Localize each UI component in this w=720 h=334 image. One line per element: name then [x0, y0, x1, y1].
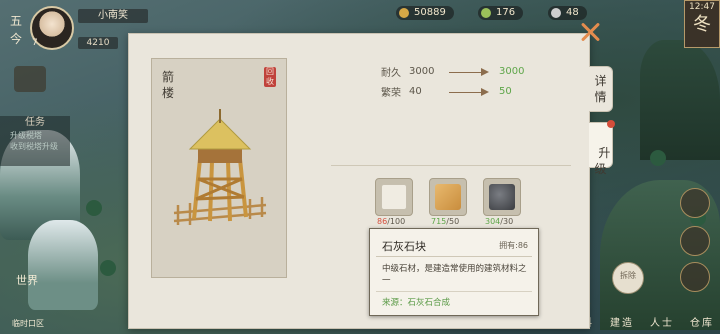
material-have: 715	[431, 217, 447, 226]
recycle-seal[interactable]: 回收	[264, 67, 276, 87]
people-icon[interactable]	[680, 262, 710, 292]
stat-next: 50	[499, 86, 512, 97]
stat-next: 3000	[499, 66, 525, 77]
stat-row-durability: 耐久 3000 3000	[381, 64, 524, 79]
stone-icon	[551, 8, 561, 18]
tooltip-description: 中级石材，是建造常使用的建筑材料之一	[382, 264, 527, 286]
dismantle-label: 拆除	[620, 271, 636, 280]
tree	[100, 260, 116, 276]
player-name: 小南笑	[78, 9, 148, 23]
nav-people[interactable]: 人士	[650, 314, 674, 334]
shrine-icon[interactable]	[680, 226, 710, 256]
top-hud: 五 今 7 小南笑 4210 50889 176 48 12:47 冬	[0, 0, 720, 50]
plank-icon	[435, 184, 461, 210]
arrow-right-icon	[445, 67, 493, 77]
resource-coins-value: 50889	[414, 7, 446, 18]
season-indicator-left: 五 今	[9, 14, 22, 46]
stat-row-prosperity: 繁荣 40 50	[381, 84, 512, 99]
close-icon[interactable]	[580, 22, 600, 42]
coal-icon	[489, 184, 515, 210]
tree	[86, 200, 102, 216]
divider	[376, 291, 532, 292]
leaf-icon	[481, 8, 491, 18]
world-button[interactable]: 世界	[16, 272, 38, 288]
resource-stone-value: 48	[566, 7, 579, 18]
limestone-icon	[381, 184, 407, 210]
tree	[650, 150, 666, 166]
player-sub-value: 4210	[78, 37, 118, 49]
clock-time: 12:47	[689, 2, 715, 12]
material-need: /30	[500, 217, 514, 226]
tab-upgrade[interactable]: 升 级	[589, 120, 615, 176]
resource-stone[interactable]: 48	[548, 6, 587, 20]
resource-leaf[interactable]: 176	[478, 6, 524, 20]
watchtower-illustration	[173, 109, 267, 225]
nav-warehouse[interactable]: 仓库	[690, 314, 714, 334]
player-level: 7	[32, 38, 38, 48]
material-count: 715/50	[431, 217, 459, 226]
resource-coins[interactable]: 50889	[396, 6, 454, 20]
tooltip-owned: 拥有:86	[499, 241, 528, 250]
divider	[376, 256, 532, 257]
material-plank[interactable]	[429, 178, 467, 216]
material-need: /50	[446, 217, 460, 226]
snowy-mountain	[28, 220, 98, 310]
nav-build[interactable]: 建造	[610, 314, 634, 334]
tooltip-source: 来源：石灰石合成	[382, 298, 451, 308]
quest-panel[interactable]: 任务 升级税塔 收到税塔升级	[0, 116, 70, 166]
bottom-left-label[interactable]: 临时口区	[12, 318, 44, 329]
coin-icon	[399, 8, 409, 18]
stat-current: 40	[409, 86, 422, 97]
game-clock: 12:47 冬	[684, 0, 720, 48]
left-menu-icon[interactable]	[14, 66, 46, 92]
stat-label: 繁荣	[381, 88, 401, 99]
notification-dot	[607, 120, 615, 128]
dismantle-button[interactable]: 拆除	[612, 262, 644, 294]
material-limestone[interactable]	[375, 178, 413, 216]
building-card: 箭楼 回收	[151, 58, 287, 278]
season-label: 冬	[693, 14, 711, 35]
quest-header: 任务	[25, 117, 45, 128]
material-coal[interactable]	[483, 178, 521, 216]
arrow-right-icon	[445, 87, 493, 97]
tooltip-title: 石灰石块	[382, 240, 426, 253]
stat-label: 耐久	[381, 68, 401, 79]
resource-leaf-value: 176	[496, 7, 516, 18]
tab-details[interactable]: 详 情	[589, 66, 613, 112]
shop-icon[interactable]	[680, 188, 710, 218]
forest-hill	[640, 40, 720, 160]
material-tooltip: 石灰石块 拥有:86 中级石材，是建造常使用的建筑材料之一 来源：石灰石合成	[369, 228, 539, 316]
quest-line: 收到税塔升级	[10, 142, 58, 151]
divider	[331, 165, 571, 166]
stat-current: 3000	[409, 66, 435, 77]
building-name: 箭楼	[162, 70, 175, 100]
quest-line: 升级税塔	[10, 131, 42, 140]
material-have: 304	[485, 217, 501, 226]
material-count: 304/30	[485, 217, 513, 226]
material-need: /100	[387, 217, 406, 226]
material-have: 86	[377, 217, 388, 226]
material-count: 86/100	[377, 217, 405, 226]
